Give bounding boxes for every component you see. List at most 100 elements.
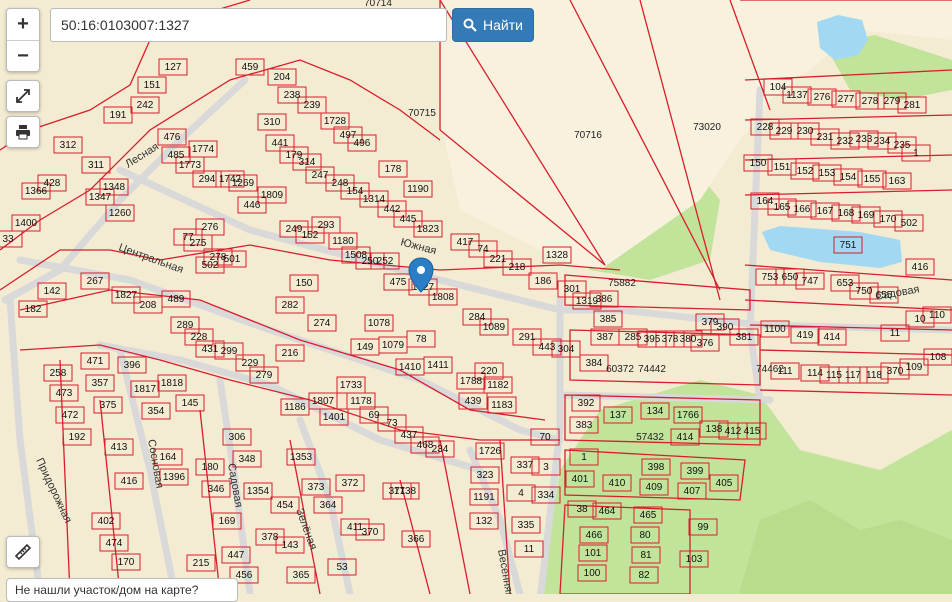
parcel-label[interactable]: 151 (144, 80, 161, 91)
parcel-label[interactable]: 1774 (192, 144, 215, 155)
not-found-link[interactable]: Не нашли участок/дом на карте? (6, 578, 238, 602)
parcel-label[interactable]: 100 (584, 568, 601, 579)
parcel-label[interactable]: 384 (586, 358, 603, 369)
parcel-label[interactable]: 153 (819, 168, 836, 179)
parcel-label[interactable]: 150 (296, 278, 313, 289)
parcel-label[interactable]: 337 (517, 460, 534, 471)
parcel-label[interactable]: 354 (148, 406, 165, 417)
parcel-label[interactable]: 310 (264, 117, 281, 128)
parcel-label[interactable]: 378 (662, 334, 679, 345)
parcel-label[interactable]: 99 (697, 522, 709, 533)
parcel-label[interactable]: 215 (193, 558, 210, 569)
parcel-label[interactable]: 239 (304, 100, 321, 111)
parcel-label[interactable]: 218 (509, 262, 526, 273)
zoom-in-button[interactable]: + (7, 9, 39, 40)
parcel-label[interactable]: 1401 (323, 412, 346, 423)
parcel-label[interactable]: 170 (880, 214, 897, 225)
parcel-label[interactable]: 69 (368, 410, 380, 421)
parcel-label[interactable]: 370 (887, 366, 904, 377)
parcel-label[interactable]: 118 (866, 370, 882, 381)
parcel-label[interactable]: 409 (646, 482, 663, 493)
parcel-label[interactable]: 150 (750, 158, 767, 169)
parcel-label[interactable]: 1178 (350, 396, 372, 407)
parcel-label[interactable]: 387 (597, 332, 614, 343)
parcel-label[interactable]: 154 (347, 186, 364, 197)
parcel-label[interactable]: 170 (118, 557, 135, 568)
parcel-label[interactable]: 395 (644, 334, 661, 345)
parcel-label[interactable]: 1328 (546, 250, 569, 261)
parcel-label[interactable]: 386 (596, 294, 613, 305)
parcel-label[interactable]: 346 (208, 484, 225, 495)
parcel-label[interactable]: 143 (282, 540, 299, 551)
parcel-label[interactable]: 208 (140, 300, 157, 311)
parcel-label[interactable]: 3 (543, 462, 549, 473)
parcel-label[interactable]: 289 (177, 320, 194, 331)
parcel-label[interactable]: 301 (564, 284, 581, 295)
parcel-label[interactable]: 1190 (407, 184, 429, 195)
parcel-label[interactable]: 204 (274, 72, 291, 83)
parcel-label[interactable]: 323 (477, 470, 494, 481)
parcel-label[interactable]: 447 (228, 550, 245, 561)
parcel-label[interactable]: 168 (838, 208, 855, 219)
parcel-label[interactable]: 1079 (382, 340, 405, 351)
parcel-label[interactable]: 370 (362, 527, 379, 538)
parcel-label[interactable]: 383 (576, 420, 593, 431)
parcel-label[interactable]: 366 (408, 534, 425, 545)
parcel-label[interactable]: 165 (774, 202, 791, 213)
search-button[interactable]: Найти (452, 8, 534, 42)
parcel-label[interactable]: 489 (168, 294, 185, 305)
parcel-label[interactable]: 459 (242, 62, 259, 73)
parcel-label[interactable]: 11 (890, 328, 901, 339)
zoom-out-button[interactable]: − (7, 40, 39, 72)
parcel-label[interactable]: 80 (639, 530, 651, 541)
parcel-label[interactable]: 456 (236, 570, 253, 581)
parcel-label[interactable]: 101 (585, 548, 602, 559)
parcel-label[interactable]: 117 (845, 370, 861, 381)
parcel-label[interactable]: 234 (432, 444, 449, 455)
parcel-label[interactable]: 1089 (483, 322, 506, 333)
parcel-label[interactable]: 277 (838, 94, 855, 105)
parcel-label[interactable]: 299 (221, 346, 238, 357)
parcel-label[interactable]: 152 (797, 166, 814, 177)
parcel-label[interactable]: 653 (837, 278, 854, 289)
parcel-label[interactable]: 281 (904, 100, 921, 111)
parcel-label[interactable]: 132 (476, 516, 493, 527)
parcel-label[interactable]: 1773 (179, 160, 202, 171)
parcel-label[interactable]: 378 (262, 532, 279, 543)
parcel-label[interactable]: 33 (2, 234, 14, 245)
parcel-label[interactable]: 751 (840, 240, 857, 251)
parcel-label[interactable]: 372 (342, 478, 359, 489)
cadastral-map[interactable]: 1511271912424592042382393104411793142472… (0, 0, 952, 594)
parcel-label[interactable]: 415 (744, 426, 761, 437)
parcel-label[interactable]: 104 (770, 82, 787, 93)
parcel-label[interactable]: 149 (357, 342, 374, 353)
parcel-label[interactable]: 1191 (473, 492, 495, 503)
parcel-label[interactable]: 443 (539, 342, 556, 353)
parcel-label[interactable]: 1738 (394, 486, 417, 497)
parcel-label[interactable]: 1728 (324, 116, 347, 127)
parcel-label[interactable]: 267 (87, 276, 104, 287)
parcel-label[interactable]: 1183 (491, 400, 513, 411)
parcel-label[interactable]: 437 (401, 430, 418, 441)
parcel-label[interactable]: 73 (386, 418, 398, 429)
parcel-label[interactable]: 365 (293, 570, 310, 581)
parcel-label[interactable]: 1823 (417, 224, 440, 235)
parcel-label[interactable]: 164 (757, 196, 774, 207)
parcel-label[interactable]: 282 (282, 300, 299, 311)
parcel-label[interactable]: 221 (490, 254, 507, 265)
parcel-label[interactable]: 1269 (232, 178, 255, 189)
parcel-label[interactable]: 416 (912, 262, 929, 273)
cadastral-search-input[interactable] (50, 8, 447, 42)
parcel-label[interactable]: 216 (282, 348, 299, 359)
parcel-label[interactable]: 242 (137, 100, 154, 111)
parcel-label[interactable]: 502 (901, 218, 918, 229)
parcel-label[interactable]: 750 (856, 286, 873, 297)
parcel-label[interactable]: 304 (558, 344, 575, 355)
parcel-label[interactable]: 1396 (163, 472, 186, 483)
parcel-label[interactable]: 747 (802, 276, 819, 287)
parcel-label[interactable]: 410 (609, 478, 626, 489)
parcel-label[interactable]: 650 (782, 272, 799, 283)
parcel-label[interactable]: 1807 (312, 396, 335, 407)
parcel-label[interactable]: 38 (576, 504, 588, 515)
parcel-label[interactable]: 230 (797, 126, 814, 137)
